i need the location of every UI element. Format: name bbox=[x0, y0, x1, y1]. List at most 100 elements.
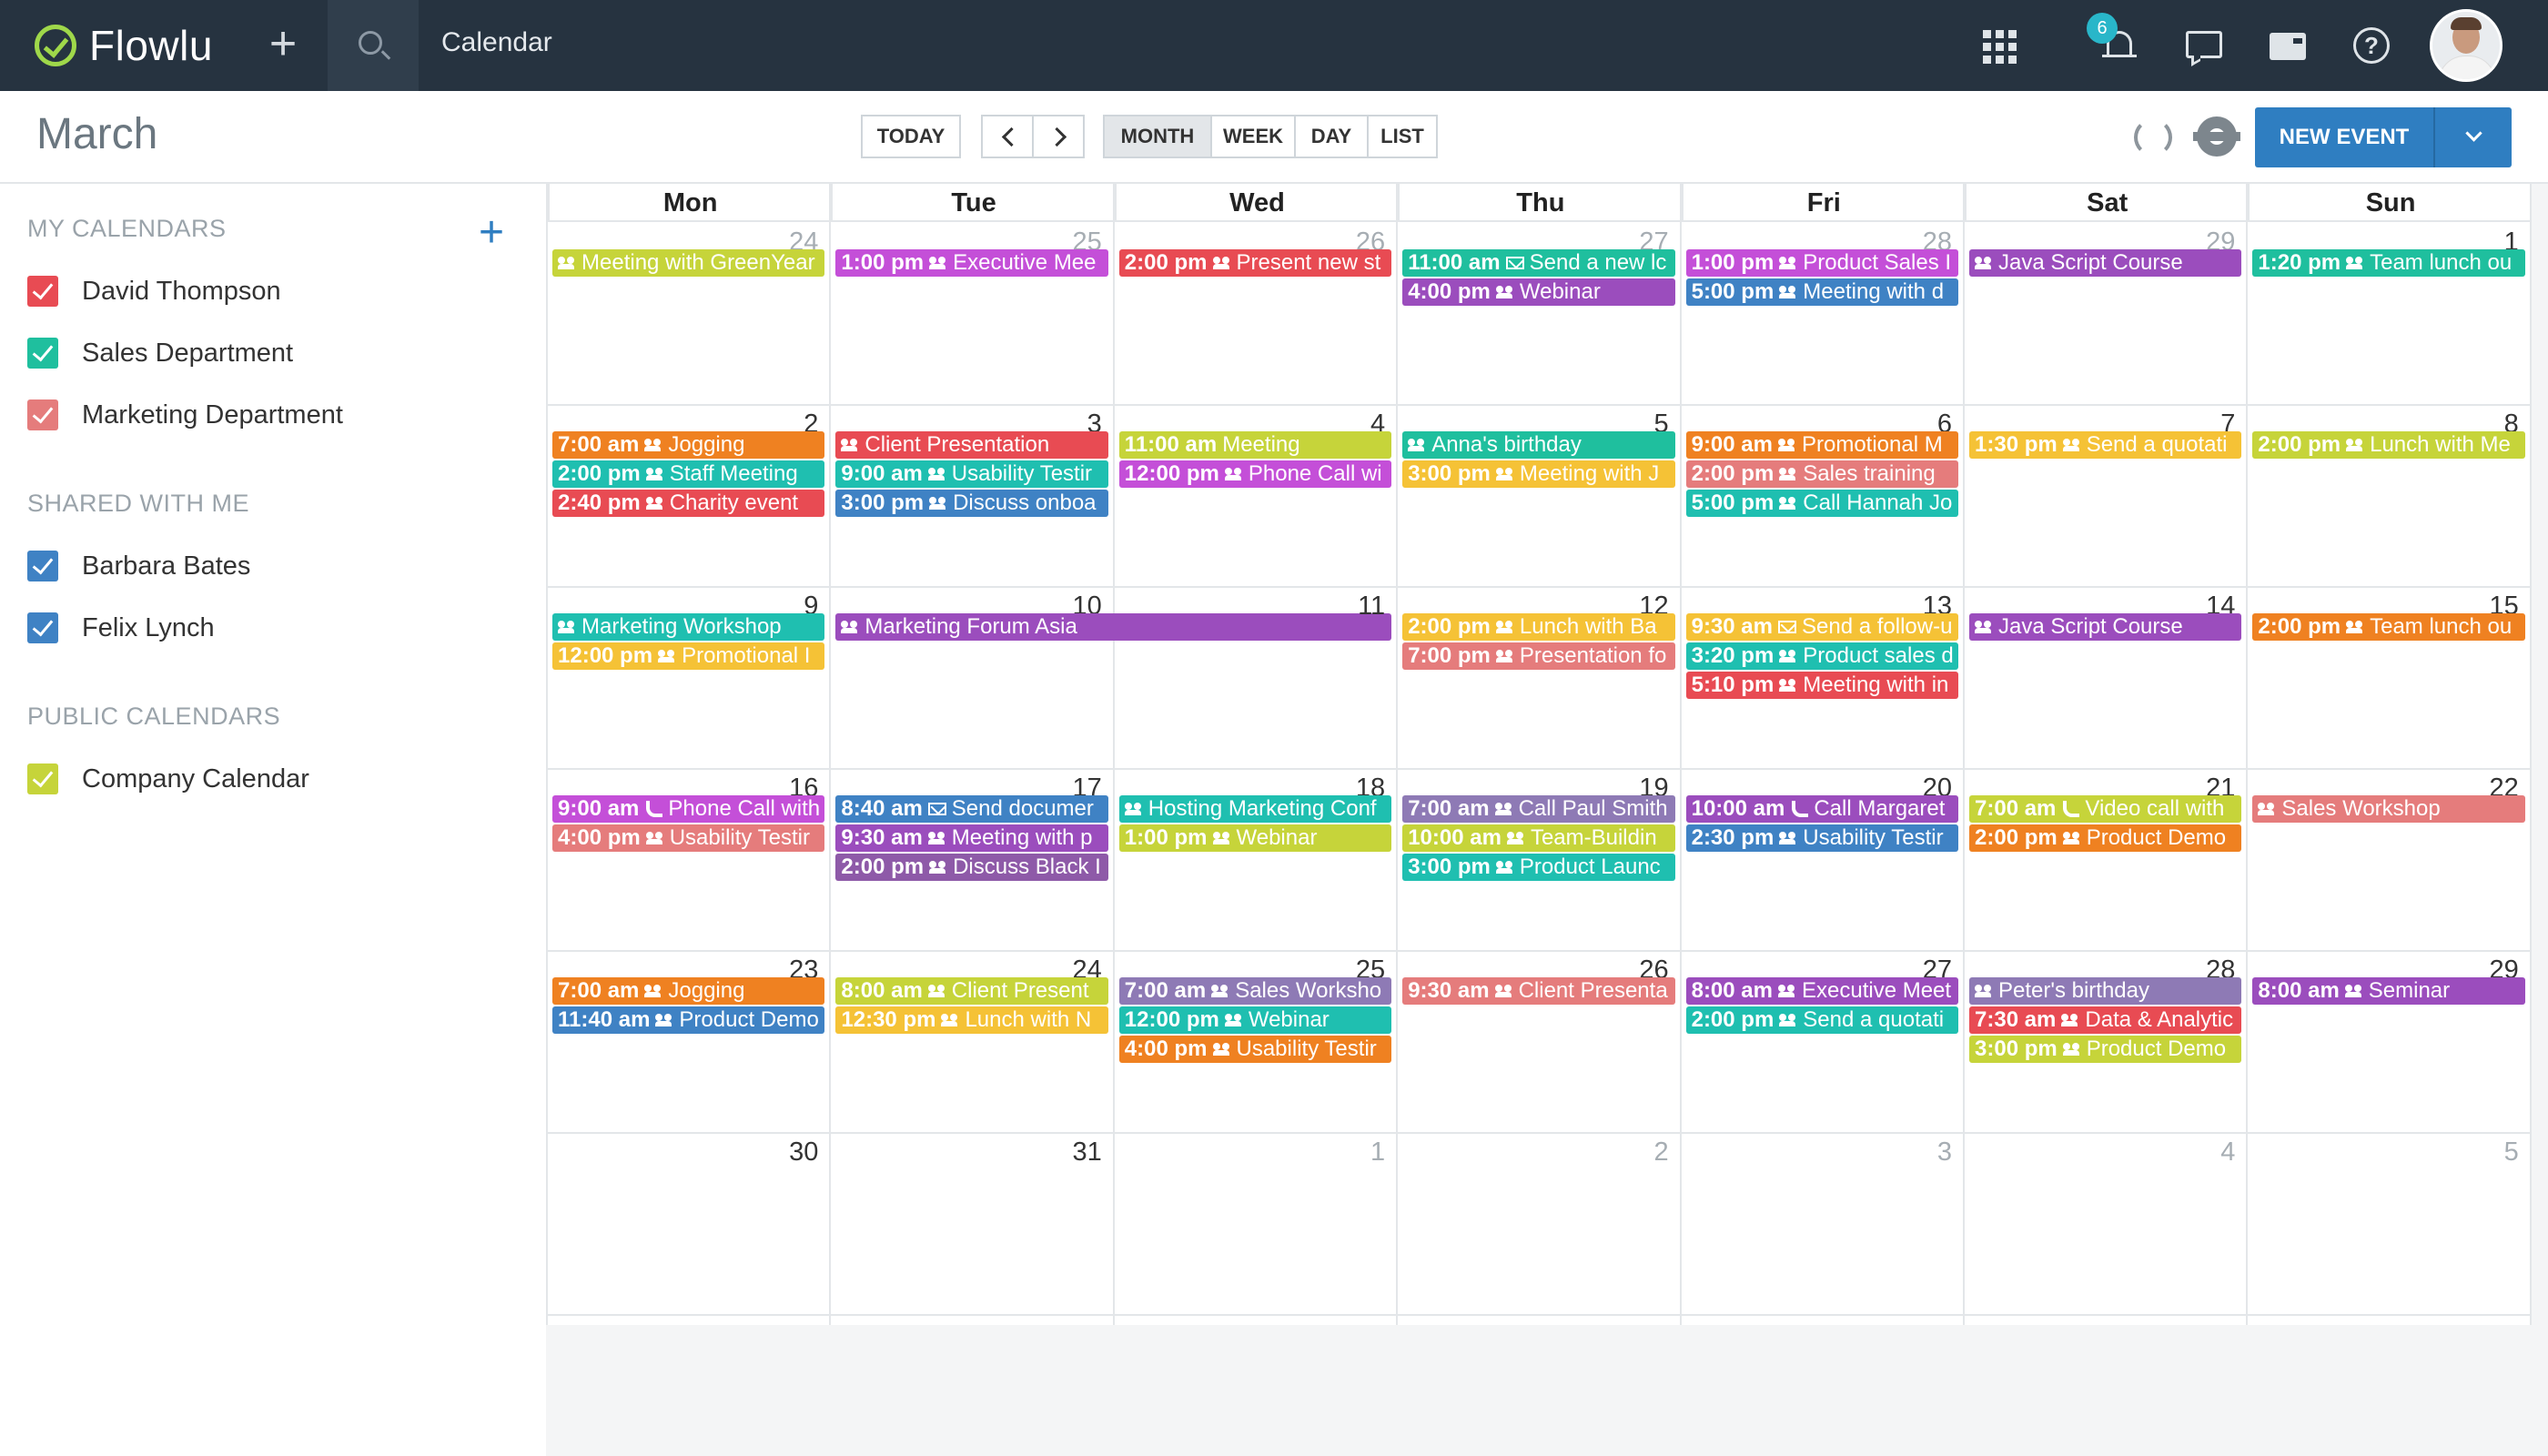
calendar-event[interactable]: 12:00 pm Phone Call wi bbox=[1118, 460, 1392, 488]
calendar-toggle[interactable]: Felix Lynch bbox=[27, 610, 215, 646]
calendar-event[interactable]: 8:40 am Send documer bbox=[835, 795, 1108, 823]
calendar-event[interactable]: 9:30 am Client Presenta bbox=[1402, 977, 1675, 1005]
calendar-event[interactable]: 9:30 am Meeting with p bbox=[835, 824, 1108, 852]
flowlu-logo[interactable]: Flowlu bbox=[35, 20, 213, 71]
sync-icon[interactable] bbox=[2134, 118, 2172, 157]
checkbox-checked-icon[interactable] bbox=[27, 399, 58, 430]
checkbox-checked-icon[interactable] bbox=[27, 763, 58, 794]
new-event-button[interactable]: NEW EVENT bbox=[2255, 107, 2433, 167]
checkbox-checked-icon[interactable] bbox=[27, 551, 58, 581]
calendar-event[interactable]: 2:00 pm Send a quotati bbox=[1685, 1006, 1958, 1034]
calendar-event[interactable]: 4:00 pm Webinar bbox=[1402, 278, 1675, 306]
calendar-toggle[interactable]: Sales Department bbox=[27, 335, 293, 371]
calendar-event[interactable]: 8:00 am Seminar bbox=[2252, 977, 2525, 1005]
calendar-event[interactable]: 2:00 pm Staff Meeting bbox=[552, 460, 825, 488]
add-calendar-button[interactable]: + bbox=[479, 211, 504, 255]
view-week-button[interactable]: WEEK bbox=[1210, 115, 1296, 158]
calendar-event[interactable]: 1:00 pm Product Sales I bbox=[1685, 249, 1958, 277]
calendar-event[interactable]: Hosting Marketing Conf bbox=[1118, 795, 1392, 823]
checkbox-checked-icon[interactable] bbox=[27, 276, 58, 307]
calendar-event[interactable]: Sales Workshop bbox=[2252, 795, 2525, 823]
calendar-event[interactable]: Marketing Workshop bbox=[552, 613, 825, 641]
day-number[interactable]: 31 bbox=[831, 1138, 1102, 1168]
calendar-event[interactable]: 11:00 am Meeting bbox=[1118, 431, 1392, 459]
help-icon[interactable]: ? bbox=[2350, 24, 2393, 67]
calendar-toggle[interactable]: David Thompson bbox=[27, 273, 281, 309]
calendar-event[interactable]: 2:00 pm Present new st bbox=[1118, 249, 1392, 277]
calendar-event[interactable]: 2:00 pm Sales training bbox=[1685, 460, 1958, 488]
day-number[interactable]: 5 bbox=[2248, 1138, 2519, 1168]
calendar-event[interactable]: 7:00 pm Presentation fo bbox=[1402, 642, 1675, 670]
calendar-event[interactable]: Peter's birthday bbox=[1969, 977, 2242, 1005]
calendar-toggle[interactable]: Company Calendar bbox=[27, 761, 309, 797]
calendar-event[interactable]: 7:00 am Sales Worksho bbox=[1118, 977, 1392, 1005]
new-event-dropdown-button[interactable] bbox=[2433, 107, 2512, 167]
calendar-toggle[interactable]: Marketing Department bbox=[27, 397, 343, 433]
calendar-event[interactable]: 1:30 pm Send a quotati bbox=[1969, 431, 2242, 459]
calendar-event[interactable]: 9:30 am Send a follow-u bbox=[1685, 613, 1958, 641]
calendar-event[interactable]: 5:00 pm Meeting with d bbox=[1685, 278, 1958, 306]
calendar-event[interactable]: 7:00 am Jogging bbox=[552, 431, 825, 459]
apps-grid-icon[interactable] bbox=[1977, 24, 2020, 67]
calendar-event[interactable]: 1:00 pm Webinar bbox=[1118, 824, 1392, 852]
day-number[interactable]: 30 bbox=[548, 1138, 818, 1168]
calendar-event[interactable]: 12:30 pm Lunch with N bbox=[835, 1006, 1108, 1034]
checkbox-checked-icon[interactable] bbox=[27, 612, 58, 643]
calendar-event[interactable]: 1:20 pm Team lunch ou bbox=[2252, 249, 2525, 277]
calendar-event[interactable]: 8:00 am Executive Meet bbox=[1685, 977, 1958, 1005]
calendar-toggle[interactable]: Barbara Bates bbox=[27, 548, 250, 584]
previous-month-button[interactable] bbox=[981, 115, 1034, 158]
checkbox-checked-icon[interactable] bbox=[27, 338, 58, 369]
view-day-button[interactable]: DAY bbox=[1294, 115, 1369, 158]
calendar-event[interactable]: 4:00 pm Usability Testir bbox=[1118, 1036, 1392, 1063]
calendar-event[interactable]: 7:00 am Video call with bbox=[1969, 795, 2242, 823]
next-month-button[interactable] bbox=[1032, 115, 1085, 158]
notifications-bell-icon[interactable]: 6 bbox=[2087, 13, 2141, 67]
view-month-button[interactable]: MONTH bbox=[1103, 115, 1212, 158]
calendar-event[interactable]: 2:00 pm Lunch with Ba bbox=[1402, 613, 1675, 641]
calendar-event[interactable]: 8:00 am Client Present bbox=[835, 977, 1108, 1005]
calendar-event[interactable]: 3:20 pm Product sales d bbox=[1685, 642, 1958, 670]
calendar-event[interactable]: 4:00 pm Usability Testir bbox=[552, 824, 825, 852]
calendar-event[interactable]: 1:00 pm Executive Mee bbox=[835, 249, 1108, 277]
folder-icon[interactable] bbox=[2266, 24, 2310, 67]
day-number[interactable]: 1 bbox=[1115, 1138, 1385, 1168]
user-avatar[interactable] bbox=[2430, 9, 2502, 82]
calendar-event[interactable]: 10:00 am Call Margaret bbox=[1685, 795, 1958, 823]
calendar-event[interactable]: 3:00 pm Product Demo bbox=[1969, 1036, 2242, 1063]
calendar-event[interactable]: Meeting with GreenYear bbox=[552, 249, 825, 277]
search-button[interactable] bbox=[328, 0, 419, 91]
calendar-event[interactable]: Java Script Course bbox=[1969, 613, 2242, 641]
calendar-event[interactable]: 2:30 pm Usability Testir bbox=[1685, 824, 1958, 852]
calendar-event[interactable]: 9:00 am Phone Call with bbox=[552, 795, 825, 823]
day-number[interactable]: 11 bbox=[1115, 592, 1385, 622]
calendar-event[interactable]: Java Script Course bbox=[1969, 249, 2242, 277]
calendar-event[interactable]: 7:00 am Call Paul Smith bbox=[1402, 795, 1675, 823]
chat-icon[interactable] bbox=[2182, 24, 2226, 67]
calendar-event[interactable]: 7:30 am Data & Analytic bbox=[1969, 1006, 2242, 1034]
calendar-event[interactable]: 11:00 am Send a new lc bbox=[1402, 249, 1675, 277]
calendar-event[interactable]: 2:00 pm Team lunch ou bbox=[2252, 613, 2525, 641]
calendar-event[interactable]: 9:00 am Usability Testir bbox=[835, 460, 1108, 488]
calendar-event[interactable]: 7:00 am Jogging bbox=[552, 977, 825, 1005]
calendar-event[interactable]: 12:00 pm Promotional I bbox=[552, 642, 825, 670]
calendar-event[interactable]: 3:00 pm Product Launc bbox=[1402, 854, 1675, 881]
day-number[interactable]: 3 bbox=[1682, 1138, 1952, 1168]
calendar-event[interactable]: 12:00 pm Webinar bbox=[1118, 1006, 1392, 1034]
view-list-button[interactable]: LIST bbox=[1367, 115, 1438, 158]
calendar-event[interactable]: 3:00 pm Discuss onboa bbox=[835, 490, 1108, 517]
calendar-event[interactable]: Client Presentation bbox=[835, 431, 1108, 459]
calendar-event[interactable]: Anna's birthday bbox=[1402, 431, 1675, 459]
calendar-event[interactable]: 2:40 pm Charity event bbox=[552, 490, 825, 517]
today-button[interactable]: TODAY bbox=[861, 115, 961, 158]
quick-add-button[interactable]: + bbox=[260, 20, 306, 71]
day-number[interactable]: 2 bbox=[1398, 1138, 1668, 1168]
calendar-event[interactable]: 3:00 pm Meeting with J bbox=[1402, 460, 1675, 488]
day-number[interactable]: 4 bbox=[1965, 1138, 2235, 1168]
calendar-event[interactable]: 2:00 pm Lunch with Me bbox=[2252, 431, 2525, 459]
calendar-event[interactable]: 5:00 pm Call Hannah Jo bbox=[1685, 490, 1958, 517]
calendar-event[interactable]: 9:00 am Promotional M bbox=[1685, 431, 1958, 459]
calendar-event[interactable]: 2:00 pm Product Demo bbox=[1969, 824, 2242, 852]
calendar-event[interactable]: 2:00 pm Discuss Black I bbox=[835, 854, 1108, 881]
calendar-event[interactable]: 11:40 am Product Demo bbox=[552, 1006, 825, 1034]
